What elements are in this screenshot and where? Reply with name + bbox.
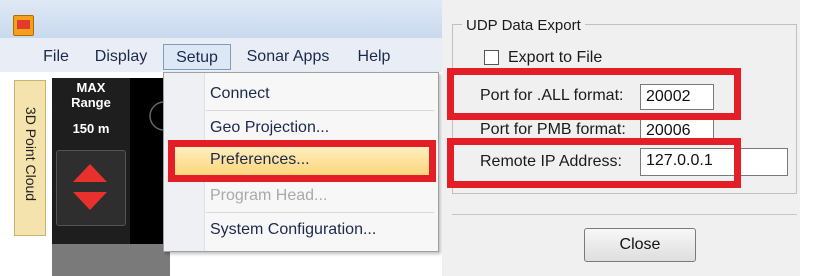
max-label: MAX — [76, 80, 106, 95]
menu-sonar-apps[interactable]: Sonar Apps — [236, 44, 340, 70]
status-strip — [52, 244, 170, 276]
title-bar — [0, 0, 442, 38]
up-down-arrows-icon[interactable] — [71, 162, 109, 212]
pmb-port-label: Port for PMB format: — [480, 121, 626, 138]
menu-setup[interactable]: Setup — [163, 44, 231, 70]
export-to-file-checkbox[interactable] — [484, 50, 499, 65]
dialog-divider — [452, 214, 797, 215]
remote-ip-callout — [447, 138, 741, 188]
dialog-edge — [800, 0, 818, 276]
all-port-callout — [447, 68, 741, 120]
preferences-callout — [168, 140, 436, 182]
range-value: 150 m — [72, 121, 110, 136]
sidebar-tab-3d-point-cloud[interactable]: 3D Point Cloud — [14, 80, 46, 236]
sidebar-tab-label: 3D Point Cloud — [23, 106, 39, 202]
group-title: UDP Data Export — [462, 17, 585, 35]
menu-help[interactable]: Help — [350, 44, 398, 70]
app-logo-icon[interactable] — [13, 15, 34, 36]
menu-separator — [206, 212, 434, 213]
menu-separator — [206, 110, 434, 111]
close-button[interactable]: Close — [584, 228, 696, 262]
menu-file[interactable]: File — [36, 44, 76, 70]
range-label: Range — [71, 95, 111, 110]
menu-item-system-configuration[interactable]: System Configuration... — [210, 218, 376, 242]
menu-item-connect[interactable]: Connect — [210, 82, 270, 106]
menu-item-program-head: Program Head... — [210, 187, 328, 204]
menu-display[interactable]: Display — [86, 44, 156, 70]
menu-item-geo-projection[interactable]: Geo Projection... — [210, 116, 329, 140]
export-to-file-label[interactable]: Export to File — [508, 48, 602, 68]
